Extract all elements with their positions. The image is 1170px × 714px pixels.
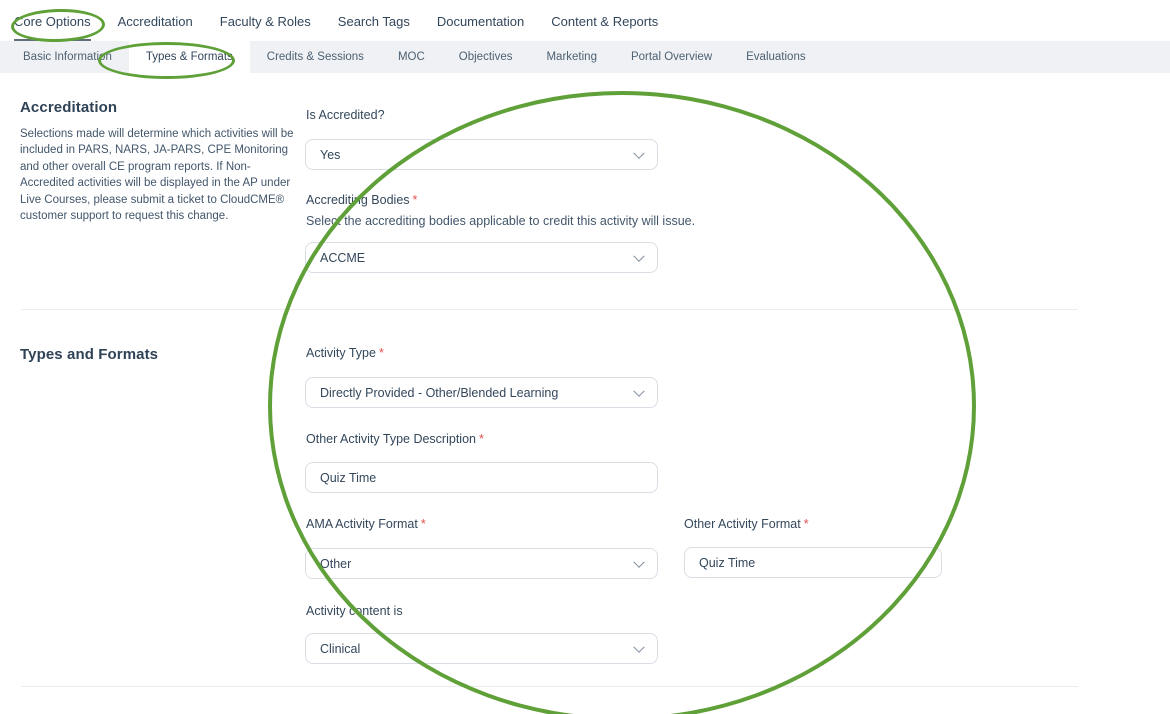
required-asterisk: * [804,517,809,531]
activity-content-select[interactable]: Clinical [305,633,658,664]
ama-activity-format-label-text: AMA Activity Format [306,517,418,531]
ama-activity-format-value: Other [320,557,351,571]
subtab-credits-sessions[interactable]: Credits & Sessions [250,41,381,73]
nav-item-documentation[interactable]: Documentation [437,0,524,41]
other-activity-type-description-label: Other Activity Type Description* [306,432,484,446]
page: Core Options Accreditation Faculty & Rol… [0,0,1170,714]
activity-type-value: Directly Provided - Other/Blended Learni… [320,386,558,400]
nav-item-accreditation[interactable]: Accreditation [118,0,193,41]
activity-type-select[interactable]: Directly Provided - Other/Blended Learni… [305,377,658,408]
accrediting-bodies-helper: Select the accrediting bodies applicable… [306,214,695,228]
activity-content-label: Activity content is [306,604,403,618]
other-activity-format-input[interactable] [684,547,942,578]
required-asterisk: * [413,193,418,207]
is-accredited-label: Is Accredited? [306,108,385,122]
chevron-down-icon [633,250,644,261]
subtab-evaluations[interactable]: Evaluations [729,41,822,73]
subtab-types-formats[interactable]: Types & Formats [129,41,250,73]
accrediting-bodies-value: ACCME [320,251,365,265]
required-asterisk: * [479,432,484,446]
activity-type-label: Activity Type* [306,346,384,360]
activity-content-label-text: Activity content is [306,604,403,618]
required-asterisk: * [379,346,384,360]
accrediting-bodies-label: Accrediting Bodies* [306,193,417,207]
subtab-marketing[interactable]: Marketing [529,41,614,73]
subtab-portal-overview[interactable]: Portal Overview [614,41,729,73]
other-activity-type-description-label-text: Other Activity Type Description [306,432,476,446]
ama-activity-format-label: AMA Activity Format* [306,517,426,531]
top-nav: Core Options Accreditation Faculty & Rol… [0,0,1170,41]
activity-type-label-text: Activity Type [306,346,376,360]
bottom-divider [21,686,1078,687]
chevron-down-icon [633,385,644,396]
chevron-down-icon [633,556,644,567]
types-formats-section-title: Types and Formats [20,346,158,363]
other-activity-format-label: Other Activity Format* [684,517,809,531]
nav-item-search-tags[interactable]: Search Tags [338,0,410,41]
is-accredited-label-text: Is Accredited? [306,108,385,122]
accrediting-bodies-label-text: Accrediting Bodies [306,193,410,207]
is-accredited-value: Yes [320,148,340,162]
subtab-objectives[interactable]: Objectives [442,41,530,73]
is-accredited-select[interactable]: Yes [305,139,658,170]
other-activity-type-description-input[interactable] [305,462,658,493]
subtab-basic-information[interactable]: Basic Information [6,41,129,73]
accreditation-section-title: Accreditation [20,99,117,116]
accrediting-bodies-select[interactable]: ACCME [305,242,658,273]
activity-content-value: Clinical [320,642,360,656]
nav-item-core-options[interactable]: Core Options [14,0,91,41]
required-asterisk: * [421,517,426,531]
nav-item-faculty-roles[interactable]: Faculty & Roles [220,0,311,41]
subtab-bar: Basic Information Types & Formats Credit… [0,41,1170,73]
chevron-down-icon [633,147,644,158]
ama-activity-format-select[interactable]: Other [305,548,658,579]
chevron-down-icon [633,641,644,652]
nav-item-content-reports[interactable]: Content & Reports [551,0,658,41]
section-divider [21,309,1078,310]
accreditation-section-description: Selections made will determine which act… [20,126,302,224]
subtab-moc[interactable]: MOC [381,41,442,73]
other-activity-format-label-text: Other Activity Format [684,517,801,531]
